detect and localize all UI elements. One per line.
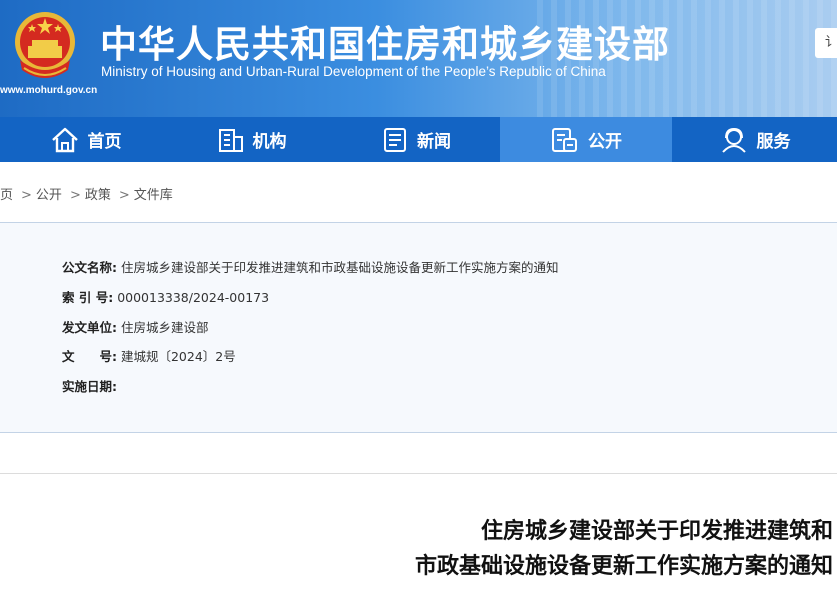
nav-item-news[interactable]: 新闻 — [332, 117, 500, 162]
main-nav: 首页 机构 新闻 公开 服务 — [0, 117, 837, 162]
breadcrumb-separator: > — [69, 188, 81, 203]
metadata-label: 索 引 号: — [62, 290, 114, 305]
nav-label: 服务 — [756, 132, 791, 152]
metadata-label: 发文单位: — [62, 320, 117, 335]
news-icon — [384, 127, 406, 152]
metadata-row-index: 索 引 号: 000013338/2024-00173 — [62, 287, 269, 306]
breadcrumb: 页 > 公开 > 政策 > 文件库 — [0, 184, 177, 203]
nav-label: 公开 — [588, 132, 622, 152]
disclosure-icon — [552, 127, 577, 152]
breadcrumb-home[interactable]: 页 — [0, 188, 13, 203]
metadata-label: 实施日期: — [62, 379, 117, 394]
metadata-value: 住房城乡建设部 — [120, 320, 209, 335]
nav-item-disclosure[interactable]: 公开 — [500, 117, 672, 162]
metadata-row-date: 实施日期: — [62, 376, 117, 395]
site-title-english: Ministry of Housing and Urban-Rural Deve… — [101, 64, 606, 79]
site-header: 中华人民共和国住房和城乡建设部 Ministry of Housing and … — [0, 0, 837, 117]
metadata-row-docno: 文 号: 建城规〔2024〕2号 — [62, 346, 236, 365]
nav-label: 新闻 — [417, 132, 451, 152]
national-emblem-icon[interactable] — [12, 10, 78, 82]
nav-item-institution[interactable]: 机构 — [171, 117, 332, 162]
nav-item-service[interactable]: 服务 — [672, 117, 837, 162]
building-icon — [218, 128, 243, 152]
breadcrumb-policy[interactable]: 政策 — [85, 188, 111, 203]
content-divider — [0, 473, 837, 474]
nav-item-home[interactable]: 首页 — [0, 117, 171, 162]
metadata-row-title: 公文名称: 住房城乡建设部关于印发推进建筑和市政基础设施设备更新工作实施方案的通… — [62, 257, 559, 276]
metadata-label: 公文名称: — [62, 260, 117, 275]
nav-label: 首页 — [87, 132, 122, 152]
metadata-value: 建城规〔2024〕2号 — [120, 349, 236, 364]
breadcrumb-separator: > — [21, 188, 32, 203]
breadcrumb-separator: > — [118, 188, 130, 203]
metadata-value: 住房城乡建设部关于印发推进建筑和市政基础设施设备更新工作实施方案的通知 — [120, 260, 559, 275]
site-url: www.mohurd.gov.cn — [0, 85, 98, 96]
breadcrumb-disclosure[interactable]: 公开 — [36, 188, 62, 203]
site-title-chinese[interactable]: 中华人民共和国住房和城乡建设部 — [100, 14, 670, 68]
metadata-value: 000013338/2024-00173 — [117, 290, 270, 305]
search-input[interactable]: 讠 — [815, 28, 837, 58]
service-icon — [721, 127, 746, 153]
document-metadata-box: 公文名称: 住房城乡建设部关于印发推进建筑和市政基础设施设备更新工作实施方案的通… — [0, 222, 837, 433]
document-title-line2: 市政基础设施设备更新工作实施方案的通知 — [414, 554, 833, 579]
metadata-row-issuer: 发文单位: 住房城乡建设部 — [62, 317, 209, 336]
metadata-label: 文 号: — [62, 349, 117, 364]
document-title-line1: 住房城乡建设部关于印发推进建筑和 — [480, 519, 833, 544]
document-title: 住房城乡建设部关于印发推进建筑和 市政基础设施设备更新工作实施方案的通知 — [415, 514, 833, 584]
home-icon — [51, 127, 78, 152]
breadcrumb-library[interactable]: 文件库 — [134, 188, 173, 203]
nav-label: 机构 — [252, 132, 287, 152]
